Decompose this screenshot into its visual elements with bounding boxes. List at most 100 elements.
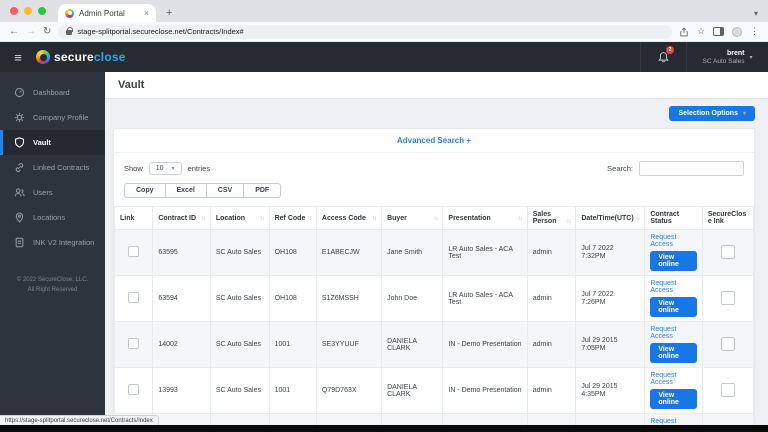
bookmark-star-icon[interactable]: ☆ bbox=[697, 27, 705, 36]
tab-strip-chevron-icon[interactable]: ▾ bbox=[754, 9, 758, 18]
url-text: stage-splitportal.secureclose.net/Contra… bbox=[77, 27, 243, 36]
maximize-window-button[interactable] bbox=[38, 7, 46, 15]
sort-icon[interactable]: ↑↓ bbox=[307, 216, 311, 222]
date-text: Jul 7 2022 bbox=[581, 245, 639, 252]
column-label: Link bbox=[120, 215, 134, 222]
column-header-ref-code[interactable]: Ref Code↑↓ bbox=[269, 207, 316, 230]
view-online-button[interactable]: View online bbox=[650, 343, 697, 363]
sidebar-item-vault[interactable]: Vault bbox=[0, 130, 105, 155]
new-tab-button[interactable]: + bbox=[166, 8, 172, 19]
user-organization: SC Auto Sales bbox=[703, 58, 745, 65]
sidebar-item-company-profile[interactable]: Company Profile bbox=[0, 105, 105, 130]
sort-icon[interactable]: ↑↓ bbox=[518, 216, 522, 222]
column-header-date-time-utc[interactable]: Date/Time(UTC)↑↓ bbox=[576, 207, 645, 230]
view-online-button[interactable]: View online bbox=[650, 297, 697, 317]
export-excel-button[interactable]: Excel bbox=[165, 183, 207, 198]
user-menu[interactable]: brent SC Auto Sales ▾ bbox=[686, 42, 768, 72]
request-access-link[interactable]: Request Access bbox=[650, 372, 697, 386]
column-header-presentation[interactable]: Presentation↑↓ bbox=[443, 207, 527, 230]
link-cell bbox=[115, 322, 153, 368]
column-header-access-code[interactable]: Access Code↑↓ bbox=[316, 207, 381, 230]
contract-id-cell: 13993 bbox=[153, 368, 211, 414]
export-copy-button[interactable]: Copy bbox=[124, 183, 166, 198]
sort-icon[interactable]: ↑↓ bbox=[372, 216, 376, 222]
show-label: Show bbox=[124, 164, 143, 173]
window-controls[interactable] bbox=[10, 0, 46, 22]
sidebar-item-ink-v2-integration[interactable]: INK V2 Integration bbox=[0, 230, 105, 255]
page-size-select[interactable]: 10 ▾ bbox=[149, 162, 182, 175]
search-input[interactable] bbox=[639, 161, 744, 176]
minimize-window-button[interactable] bbox=[24, 7, 32, 15]
browser-tab[interactable]: Admin Portal × bbox=[58, 4, 156, 22]
forward-icon[interactable]: → bbox=[26, 26, 36, 37]
contract-id-cell: 63594 bbox=[153, 276, 211, 322]
sort-icon[interactable]: ↑↓ bbox=[260, 216, 264, 222]
browser-profile-avatar[interactable] bbox=[732, 27, 742, 37]
sidebar-item-dashboard[interactable]: Dashboard bbox=[0, 80, 105, 105]
sidebar-item-locations[interactable]: Locations bbox=[0, 205, 105, 230]
datetime-cell: Jul 29 20157:05PM bbox=[576, 322, 645, 368]
sales-person-cell: admin bbox=[527, 230, 576, 276]
link-checkbox[interactable] bbox=[128, 384, 139, 395]
ref-code-cell: 1001 bbox=[269, 322, 316, 368]
selection-options-button[interactable]: Selection Options ▾ bbox=[669, 106, 755, 121]
sidebar-item-users[interactable]: Users bbox=[0, 180, 105, 205]
reload-icon[interactable]: ↻ bbox=[43, 26, 51, 37]
notification-badge: 2 bbox=[666, 46, 674, 54]
browser-menu-icon[interactable]: ⋮ bbox=[750, 27, 759, 36]
sort-icon[interactable]: ↑↓ bbox=[201, 216, 205, 222]
sort-icon[interactable]: ↑↓ bbox=[566, 219, 570, 225]
export-csv-button[interactable]: CSV bbox=[206, 183, 244, 198]
link-icon bbox=[14, 162, 25, 173]
column-header-buyer[interactable]: Buyer↑↓ bbox=[382, 207, 443, 230]
close-window-button[interactable] bbox=[10, 7, 18, 15]
link-checkbox[interactable] bbox=[128, 338, 139, 349]
hamburger-menu-icon[interactable]: ≡ bbox=[0, 50, 36, 65]
time-text: 4:35PM bbox=[581, 391, 639, 398]
location-cell: SC Auto Sales bbox=[210, 276, 269, 322]
column-label: Ref Code bbox=[275, 215, 306, 222]
search-label: Search: bbox=[607, 164, 633, 173]
brand-logo: secureclose bbox=[36, 50, 126, 64]
column-header-contract-id[interactable]: Contract ID↑↓ bbox=[153, 207, 211, 230]
ink-checkbox[interactable] bbox=[721, 337, 735, 351]
dashboard-icon bbox=[14, 87, 25, 98]
tab-title: Admin Portal bbox=[79, 9, 139, 18]
secureclose-logo-icon bbox=[36, 50, 50, 64]
back-icon[interactable]: ← bbox=[9, 26, 19, 37]
ink-checkbox[interactable] bbox=[721, 291, 735, 305]
close-tab-icon[interactable]: × bbox=[144, 8, 149, 18]
request-access-link[interactable]: Request Access bbox=[650, 326, 697, 340]
request-access-link[interactable]: Request Access bbox=[650, 234, 697, 248]
request-access-link[interactable]: Request Access bbox=[650, 280, 697, 294]
share-icon[interactable] bbox=[679, 27, 689, 37]
sales-person-cell: admin bbox=[527, 276, 576, 322]
buyer-cell: Jane Smith bbox=[382, 230, 443, 276]
address-bar[interactable]: stage-splitportal.secureclose.net/Contra… bbox=[58, 25, 672, 39]
presentation-cell: LR Auto Sales - ACA Test bbox=[443, 230, 527, 276]
date-text: Jul 7 2022 bbox=[581, 291, 639, 298]
table-row: 63595SC Auto SalesOH108E1ABECJWJane Smit… bbox=[115, 230, 754, 276]
side-panel-icon[interactable] bbox=[713, 27, 724, 36]
presentation-cell: IN - Demo Presentation bbox=[443, 368, 527, 414]
export-pdf-button[interactable]: PDF bbox=[243, 183, 281, 198]
link-checkbox[interactable] bbox=[128, 292, 139, 303]
ref-code-cell: OH108 bbox=[269, 276, 316, 322]
link-checkbox[interactable] bbox=[128, 246, 139, 257]
page-title: Vault bbox=[105, 72, 768, 99]
notifications-button[interactable]: 2 bbox=[640, 42, 686, 72]
sort-icon[interactable]: ↑↓ bbox=[635, 216, 639, 222]
contract-status-cell: Request Access View online bbox=[645, 322, 703, 368]
contract-status-cell: Request Access View online bbox=[645, 276, 703, 322]
view-online-button[interactable]: View online bbox=[650, 389, 697, 409]
ink-checkbox[interactable] bbox=[721, 245, 735, 259]
sort-icon[interactable]: ↑↓ bbox=[433, 216, 437, 222]
sidebar-item-linked-contracts[interactable]: Linked Contracts bbox=[0, 155, 105, 180]
column-header-location[interactable]: Location↑↓ bbox=[210, 207, 269, 230]
ink-checkbox[interactable] bbox=[721, 383, 735, 397]
buyer-cell: DANIELA CLARK bbox=[382, 322, 443, 368]
chevron-down-icon: ▾ bbox=[749, 54, 752, 61]
view-online-button[interactable]: View online bbox=[650, 251, 697, 271]
column-header-sales-person[interactable]: Sales Person↑↓ bbox=[527, 207, 576, 230]
advanced-search-toggle[interactable]: Advanced Search + bbox=[114, 129, 754, 153]
